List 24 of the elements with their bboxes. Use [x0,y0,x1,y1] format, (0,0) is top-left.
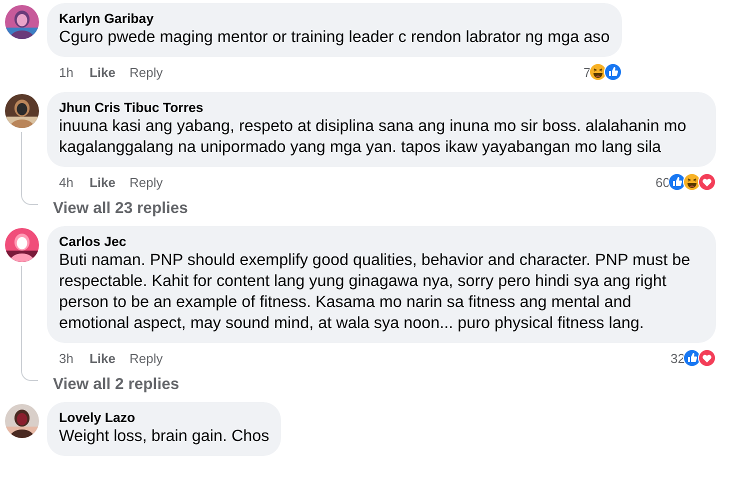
reaction-count[interactable]: 7 [583,64,591,80]
timestamp[interactable]: 3h [59,350,74,366]
comment-text: Buti naman. PNP should exemplify good qualities, behavior and character. PNP must be respectable. Kahit for content lang yung ginagawa nya, sorry pero hindi sya ang right person to be an example of fitness. Kasama mo narin sa fitness ang mental and emotional aspect, may sound mind, at wala sya noon... puro physical fitness lang. [59,250,692,334]
like-reaction-icon [604,63,622,81]
comment-text: Cguro pwede maging mentor or training leader c rendon labrator ng mga aso [59,27,610,48]
comment-text: Weight loss, brain gain. Chos [59,426,270,447]
reply-link[interactable]: Reply [129,350,163,366]
reply-link[interactable]: Reply [129,64,163,80]
like-link[interactable]: Like [89,64,116,80]
view-replies-link[interactable]: View all 2 replies [53,376,716,394]
author-name[interactable]: Carlos Jec [59,233,704,250]
author-name[interactable]: Lovely Lazo [59,409,270,426]
view-replies-link[interactable]: View all 23 replies [53,200,716,218]
author-name[interactable]: Jhun Cris Tibuc Torres [59,99,704,116]
like-link[interactable]: Like [89,174,116,190]
reaction-count[interactable]: 32 [670,350,685,366]
like-link[interactable]: Like [89,350,116,366]
author-name[interactable]: Karlyn Garibay [59,10,610,27]
reply-link[interactable]: Reply [129,174,163,190]
heart-reaction-icon [698,173,716,191]
comment-text: inuuna kasi ang yabang, respeto at disiplina sana ang inuna mo sir boss. alalahanin mo kagalanggalang na unipormado yang mga yan. tapos ikaw yayabangan mo lang sila [59,116,688,158]
timestamp[interactable]: 4h [59,174,74,190]
timestamp[interactable]: 1h [59,64,74,80]
heart-reaction-icon [698,349,716,367]
